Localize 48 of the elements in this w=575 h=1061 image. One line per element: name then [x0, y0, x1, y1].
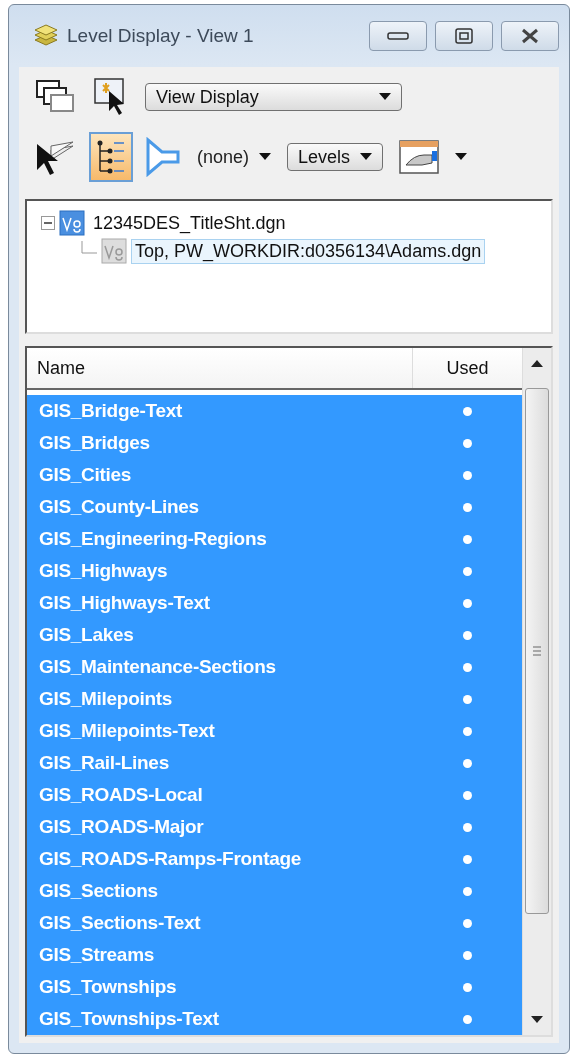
level-name: GIS_Townships-Text	[38, 1008, 220, 1030]
level-name: GIS_Streams	[38, 944, 155, 966]
mode-dropdown[interactable]: Levels	[287, 143, 384, 171]
file-icon	[59, 210, 85, 236]
file-icon	[101, 238, 127, 264]
up-arrow-icon	[531, 359, 543, 367]
tree-item[interactable]: Top, PW_WORKDIR:d0356134\Adams.dgn	[131, 238, 486, 264]
caret-icon	[378, 93, 391, 101]
filter-dropdown[interactable]: (none)	[193, 142, 276, 172]
level-name: GIS_Maintenance-Sections	[38, 656, 277, 678]
level-name: GIS_Highways	[38, 560, 169, 582]
window-title: Level Display - View 1	[67, 25, 255, 47]
level-name: GIS_ROADS-Major	[38, 816, 205, 838]
caret-icon	[360, 153, 373, 161]
level-name: GIS_Lakes	[38, 624, 135, 646]
minimize-button[interactable]	[369, 21, 427, 51]
restore-icon	[455, 28, 473, 44]
column-header[interactable]: Used	[412, 348, 522, 388]
level-name: GIS_Sections-Text	[38, 912, 202, 934]
tree-item[interactable]: 12345DES_TitleSht.dgn	[89, 210, 290, 236]
minimize-icon	[387, 31, 409, 41]
level-name: GIS_County-Lines	[38, 496, 200, 518]
level-name: GIS_ROADS-Ramps-Frontage	[38, 848, 302, 870]
level-name: GIS_ROADS-Local	[38, 784, 204, 806]
down-arrow-icon	[531, 1016, 543, 1024]
level-name: GIS_Bridge-Text	[38, 400, 183, 422]
level-name: GIS_Rail-Lines	[38, 752, 170, 774]
restore-button[interactable]	[435, 21, 493, 51]
level-name: GIS_Highways-Text	[38, 592, 211, 614]
level-name: GIS_Milepoints-Text	[38, 720, 216, 742]
level-name: GIS_Bridges	[38, 432, 151, 454]
close-button[interactable]	[501, 21, 559, 51]
tree-list-icon[interactable]	[89, 132, 133, 182]
scrollbar[interactable]	[522, 348, 551, 1035]
level-name: GIS_Cities	[38, 464, 133, 486]
scroll-thumb[interactable]	[525, 388, 549, 915]
level-name: GIS_Townships	[38, 976, 178, 998]
close-icon	[521, 28, 539, 44]
filter-icon[interactable]	[145, 137, 181, 177]
caret-icon	[455, 153, 468, 161]
level-name: GIS_Milepoints	[38, 688, 174, 710]
level-name: GIS_Engineering-Regions	[38, 528, 268, 550]
collapse-icon[interactable]	[41, 216, 55, 230]
grip-icon	[533, 646, 541, 657]
level-name: GIS_Sections	[38, 880, 159, 902]
view-dropdown[interactable]: View Display	[145, 83, 402, 111]
caret-icon	[259, 153, 272, 161]
layers-icon	[33, 24, 59, 48]
